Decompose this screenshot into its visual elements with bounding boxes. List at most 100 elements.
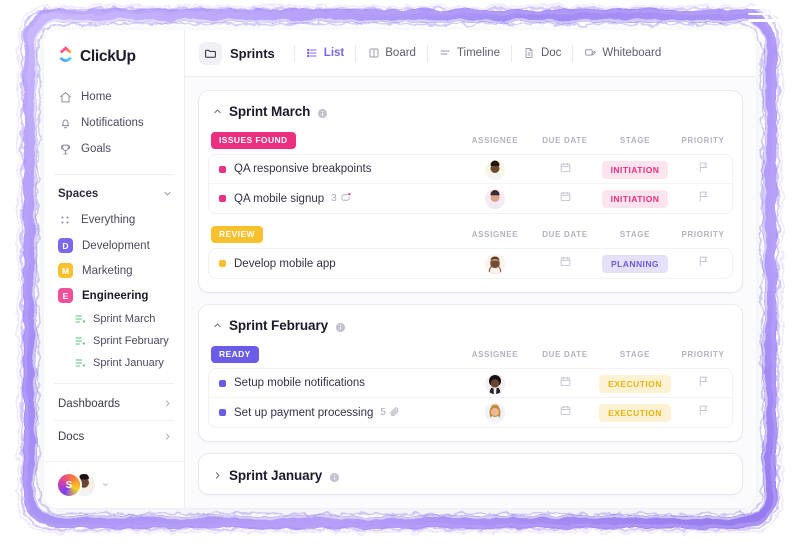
sprint-card-march: Sprint March ISSUES FOUND ASSIGNEE DUE D… [199,91,742,292]
flag-icon[interactable] [697,375,710,393]
timeline-view-icon [439,47,452,60]
task-meta[interactable]: 5 [380,406,400,420]
avatar[interactable] [485,373,505,394]
menu-icon[interactable] [748,6,784,22]
column-header-stage: STAGE [619,349,651,359]
stage-badge[interactable]: INITIATION [601,160,669,179]
chevron-down-icon[interactable] [102,481,109,490]
stage-cell[interactable]: EXECUTION [596,374,674,393]
stage-cell[interactable]: PLANNING [596,254,674,273]
avatar[interactable] [485,253,505,274]
calendar-icon[interactable] [559,255,572,273]
priority-cell[interactable] [674,190,732,208]
workspace-avatar[interactable]: S [58,474,80,496]
sprint-title: Sprint January [229,468,323,483]
list-icon [74,334,86,348]
priority-cell[interactable] [674,255,732,273]
assignee-cell[interactable] [456,159,534,180]
stage-badge[interactable]: EXECUTION [599,374,671,393]
stage-badge[interactable]: EXECUTION [599,403,671,422]
table-row[interactable]: QA responsive breakpoints INITIATION [209,155,732,184]
sidebar-item-dashboards[interactable]: Dashboards [44,388,184,420]
tab-list[interactable]: List [304,43,346,64]
calendar-icon[interactable] [559,161,572,179]
flag-icon[interactable] [697,190,710,208]
avatar[interactable] [485,402,505,423]
info-icon[interactable] [335,320,346,333]
status-badge[interactable]: ISSUES FOUND [211,131,296,149]
flag-icon[interactable] [697,161,710,179]
due-date-cell[interactable] [534,404,596,422]
sidebar-item-notifications[interactable]: Notifications [44,110,184,136]
subtask-icon[interactable] [340,192,351,206]
stage-badge[interactable]: PLANNING [602,254,668,273]
subtask-count: 3 [331,193,337,204]
stage-cell[interactable]: INITIATION [596,160,674,179]
stage-badge[interactable]: INITIATION [601,189,669,208]
task-meta[interactable]: 3 [331,192,351,206]
clickup-logo[interactable]: ClickUp [44,30,184,82]
assignee-cell[interactable] [456,402,534,423]
chevron-down-icon[interactable] [163,189,172,200]
task-name: QA mobile signup [234,192,325,205]
stage-cell[interactable]: INITIATION [596,189,674,208]
avatar[interactable] [485,188,505,209]
attachment-icon[interactable] [389,406,400,420]
sprint-card-january[interactable]: Sprint January [199,454,742,494]
assignee-cell[interactable] [456,188,534,209]
divider [355,44,357,62]
calendar-icon[interactable] [559,404,572,422]
table-row[interactable]: QA mobile signup 3 INITIATION [209,184,732,213]
tab-whiteboard[interactable]: Whiteboard [582,43,663,64]
topbar: Sprints List Board Timeline Doc Whiteboa… [185,30,756,77]
sidebar-space-engineering[interactable]: E Engineering [44,283,184,308]
chevron-up-icon[interactable] [213,321,222,330]
priority-cell[interactable] [674,375,732,393]
sidebar-space-marketing[interactable]: M Marketing [44,258,184,283]
due-date-cell[interactable] [534,190,596,208]
sprint-header[interactable]: Sprint January [209,465,732,483]
sidebar-item-goals[interactable]: Goals [44,136,184,162]
sidebar-space-label: Engineering [82,289,149,302]
due-date-cell[interactable] [534,161,596,179]
whiteboard-view-icon [584,47,597,60]
assignee-cell[interactable] [456,253,534,274]
priority-cell[interactable] [674,404,732,422]
sidebar-item-label: Notifications [81,117,144,129]
status-badge[interactable]: READY [211,345,259,363]
table-row[interactable]: Setup mobile notifications EXECUTION [209,369,732,398]
chevron-up-icon[interactable] [213,107,222,116]
tab-doc[interactable]: Doc [521,43,563,64]
sidebar-sprint-march[interactable]: Sprint March [44,308,184,330]
sprint-header[interactable]: Sprint March [209,101,732,129]
calendar-icon[interactable] [559,190,572,208]
flag-icon[interactable] [697,255,710,273]
user-menu[interactable]: S [44,461,184,508]
table-row[interactable]: Develop mobile app PLANNING [209,249,732,278]
info-icon[interactable] [329,470,340,483]
sidebar-item-docs[interactable]: Docs [44,421,184,453]
sprint-header[interactable]: Sprint February [209,315,732,343]
calendar-icon[interactable] [559,375,572,393]
info-icon[interactable] [317,106,328,119]
tab-board[interactable]: Board [365,43,418,64]
due-date-cell[interactable] [534,255,596,273]
assignee-cell[interactable] [456,373,534,394]
spaces-header[interactable]: Spaces [44,179,184,207]
task-name: Set up payment processing [234,406,374,419]
sidebar-sprint-january[interactable]: Sprint January [44,352,184,374]
divider [54,383,174,384]
chevron-right-icon[interactable] [213,471,222,480]
stage-cell[interactable]: EXECUTION [596,403,674,422]
due-date-cell[interactable] [534,375,596,393]
sidebar-sprint-february[interactable]: Sprint February [44,330,184,352]
sidebar-item-home[interactable]: Home [44,84,184,110]
sidebar-item-everything[interactable]: Everything [44,207,184,233]
sidebar-space-development[interactable]: D Development [44,233,184,258]
table-row[interactable]: Set up payment processing 5 EXECUTION [209,398,732,427]
flag-icon[interactable] [697,404,710,422]
tab-timeline[interactable]: Timeline [437,43,502,64]
status-badge[interactable]: REVIEW [211,225,263,243]
priority-cell[interactable] [674,161,732,179]
avatar[interactable] [485,159,505,180]
